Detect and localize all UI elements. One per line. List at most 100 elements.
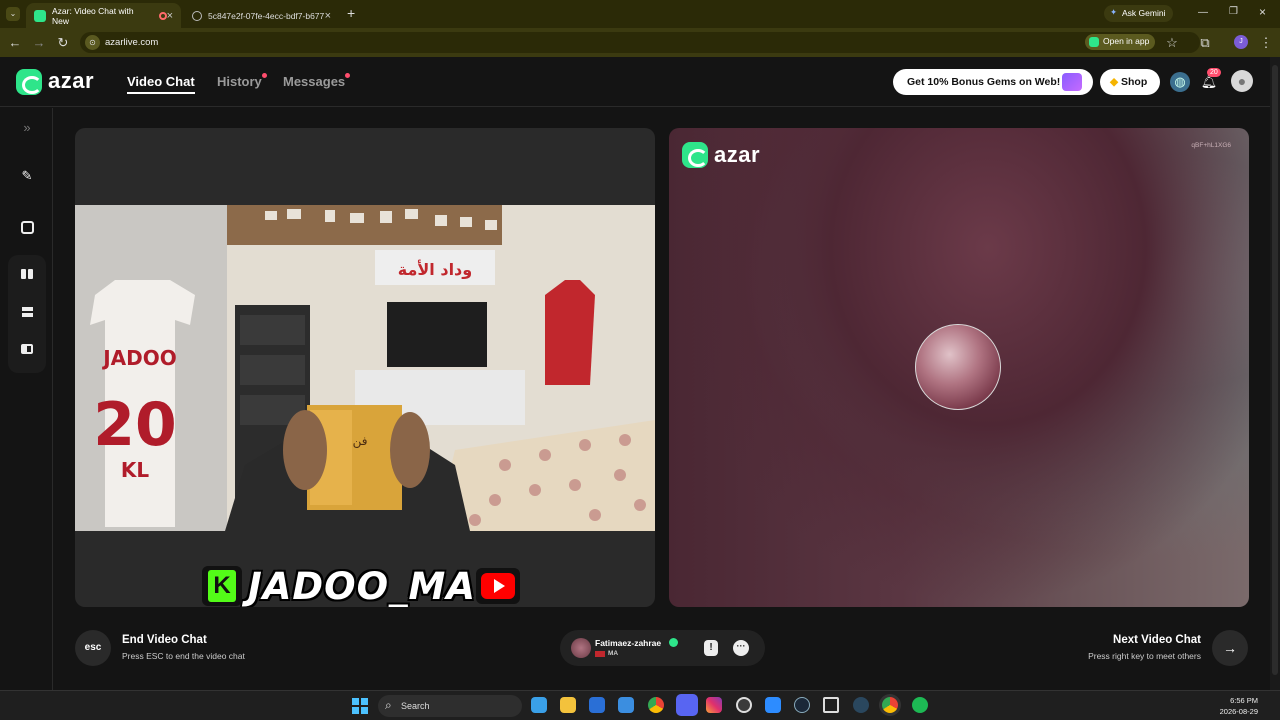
windows-start-icon[interactable] — [352, 698, 368, 714]
self-camera-feed: وداد الأمة JADOO 20 KL فن — [75, 205, 655, 531]
restore-button[interactable]: ❐ — [1229, 6, 1238, 17]
windows-taskbar: Search 6:56 PM 2026-08-29 — [0, 690, 1280, 720]
chat-bubble-icon[interactable]: ··· — [733, 640, 749, 656]
minimize-button[interactable]: — — [1198, 7, 1208, 18]
nav-video-chat[interactable]: Video Chat — [127, 74, 195, 94]
spotify-app-icon[interactable] — [912, 697, 928, 713]
steam-app-icon[interactable] — [794, 697, 810, 713]
taskbar-search[interactable]: Search — [378, 695, 522, 717]
zoom-app-icon[interactable] — [765, 697, 781, 713]
end-chat-title: End Video Chat — [122, 634, 207, 646]
file-explorer-icon[interactable] — [560, 697, 576, 713]
youtube-logo-icon — [475, 568, 520, 604]
kick-logo-icon — [202, 566, 242, 606]
azar-logo-text[interactable]: azar — [48, 68, 94, 94]
partner-video-panel: azar qBF+hL1XG6 — [669, 128, 1249, 607]
history-unread-dot — [262, 73, 267, 78]
self-video-panel: وداد الأمة JADOO 20 KL فن K JADOO_MA — [75, 128, 655, 607]
azar-watermark-icon — [682, 142, 708, 168]
expand-sidebar-icon[interactable]: » — [17, 118, 37, 138]
close-window-button[interactable]: × — [1259, 5, 1266, 19]
instagram-app-icon[interactable] — [706, 697, 722, 713]
end-chat-button[interactable]: esc — [75, 630, 111, 666]
layout-stacked-icon[interactable] — [17, 303, 37, 323]
messages-unread-dot — [345, 73, 350, 78]
shop-button[interactable]: ◆ Shop — [1100, 69, 1160, 95]
app-header: azar Video Chat History Messages Get 10%… — [0, 57, 1270, 107]
next-chat-title: Next Video Chat — [1113, 634, 1201, 646]
tab-title: 5c847e2f-07fe-4ecc-bdf7-b677 — [208, 10, 325, 21]
next-chat-button[interactable]: → — [1212, 630, 1248, 666]
mail-app-icon[interactable] — [589, 697, 605, 713]
user-profile-icon[interactable]: ● — [1231, 70, 1253, 92]
site-info-icon[interactable]: ⊙ — [85, 35, 100, 50]
report-icon[interactable]: ! — [704, 640, 718, 656]
taskbar-clock[interactable]: 6:56 PM 2026-08-29 — [1220, 695, 1258, 717]
nav-history[interactable]: History — [217, 74, 262, 89]
back-icon[interactable]: ← — [7, 35, 23, 50]
partner-info-bar: Fatimaez-zahrae MA ! ··· — [560, 630, 765, 666]
next-chat-hint: Press right key to meet others — [1088, 651, 1201, 661]
ask-gemini-label: Ask Gemini — [1122, 8, 1166, 18]
partner-country: MA — [608, 650, 619, 657]
obs-app-icon[interactable] — [736, 697, 752, 713]
open-in-app-button[interactable]: Open in app — [1085, 34, 1156, 50]
magic-wand-icon[interactable]: ✎ — [17, 166, 37, 186]
sticker-icon[interactable] — [17, 220, 37, 240]
close-tab-icon[interactable]: × — [325, 10, 331, 22]
nav-messages[interactable]: Messages — [283, 74, 345, 89]
azar-app: azar Video Chat History Messages Get 10%… — [0, 57, 1280, 690]
streamer-name-overlay: JADOO_MA — [202, 564, 520, 608]
partner-profile-avatar — [915, 324, 1001, 410]
svg-text:20: 20 — [93, 390, 177, 460]
verified-badge-icon — [669, 638, 678, 647]
gemini-sparkle-icon: ✦ — [1110, 7, 1118, 17]
gem-icon: ◆ — [1110, 76, 1119, 88]
capture-app-icon[interactable] — [823, 697, 839, 713]
store-app-icon[interactable] — [618, 697, 634, 713]
close-tab-icon[interactable]: × — [167, 10, 173, 22]
morocco-flag-icon — [595, 651, 605, 657]
shop-label: Shop — [1121, 76, 1148, 88]
scrollbar-thumb[interactable] — [1272, 65, 1278, 675]
chrome-app-icon[interactable] — [648, 697, 664, 713]
tab-azar[interactable]: Azar: Video Chat with New × — [26, 3, 181, 28]
azar-logo-icon[interactable] — [16, 69, 42, 95]
reload-icon[interactable]: ↻ — [55, 35, 71, 51]
tab-second[interactable]: 5c847e2f-07fe-4ecc-bdf7-b677 × — [184, 3, 339, 28]
notification-count-badge: 20 — [1207, 68, 1221, 77]
layout-side-by-side-icon[interactable] — [17, 265, 37, 285]
discord-app-icon[interactable] — [676, 694, 698, 716]
end-chat-hint: Press ESC to end the video chat — [122, 651, 245, 661]
clock-time: 6:56 PM — [1230, 696, 1258, 705]
streamer-name: JADOO_MA — [248, 564, 476, 608]
more-menu-icon[interactable]: ⋮ — [1258, 35, 1274, 51]
url-field[interactable]: ⊙ azarlive.com — [80, 32, 1200, 53]
new-tab-button[interactable]: + — [347, 5, 355, 21]
left-sidebar: » ✎ — [0, 108, 53, 690]
chrome-active-app-icon[interactable] — [882, 697, 898, 713]
tab-title: Azar: Video Chat with New — [52, 5, 134, 26]
steam-alt-app-icon[interactable] — [853, 697, 869, 713]
svg-text:JADOO: JADOO — [101, 346, 177, 370]
svg-text:KL: KL — [121, 458, 149, 482]
partner-name: Fatimaez-zahrae — [595, 638, 662, 648]
tab-search-chevron[interactable]: ⌄ — [6, 7, 20, 21]
gallery-app-icon[interactable] — [531, 697, 547, 713]
layout-pip-icon[interactable] — [17, 340, 37, 360]
forward-icon[interactable]: → — [31, 35, 47, 50]
extensions-icon[interactable]: ⧉ — [1197, 35, 1213, 51]
gift-icon — [1062, 73, 1082, 91]
page-scrollbar[interactable] — [1270, 57, 1280, 690]
profile-avatar[interactable]: J — [1234, 35, 1248, 49]
session-code: qBF+hL1XG6 — [1191, 142, 1231, 149]
bookmark-star-icon[interactable]: ☆ — [1164, 35, 1180, 51]
partner-avatar[interactable] — [571, 638, 591, 658]
svg-text:وداد الأمة: وداد الأمة — [398, 260, 472, 279]
ask-gemini-button[interactable]: ✦ Ask Gemini — [1104, 5, 1174, 22]
clock-date: 2026-08-29 — [1219, 707, 1258, 716]
azar-favicon-icon — [34, 9, 46, 22]
url-text: azarlive.com — [105, 37, 159, 48]
recording-icon — [158, 11, 167, 20]
language-globe-icon[interactable]: ◍ — [1170, 72, 1190, 92]
